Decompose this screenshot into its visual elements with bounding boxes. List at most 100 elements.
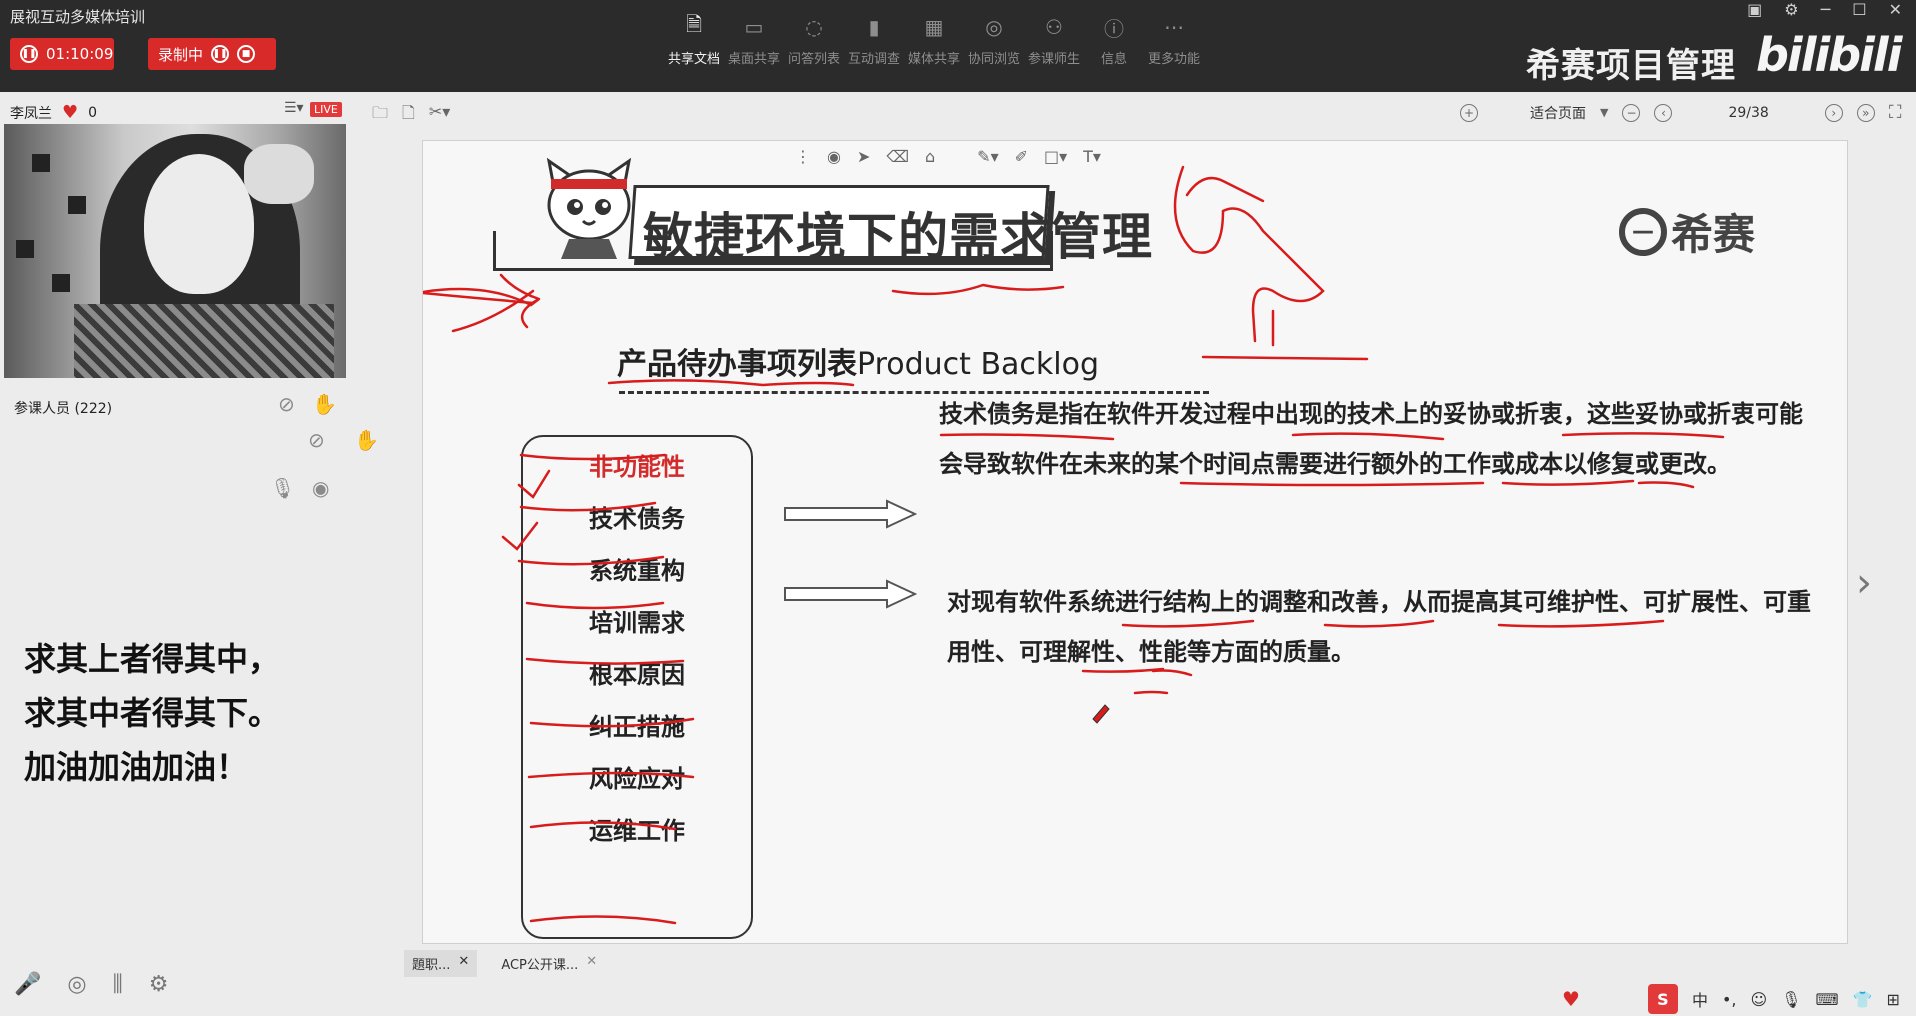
- pointer-icon[interactable]: ➤: [857, 147, 870, 166]
- window-controls: ▣ ⚙ ─ ☐ ✕: [1747, 0, 1902, 19]
- nf-heading: 非功能性: [589, 453, 685, 481]
- zoom-in-icon[interactable]: +: [1460, 103, 1478, 122]
- slide-subtitle: 产品待办事项列表Product Backlog: [617, 339, 1099, 383]
- next-page-small-icon[interactable]: ›: [1824, 103, 1843, 122]
- fullscreen-icon[interactable]: ⛶: [1889, 102, 1902, 123]
- tool-label: 更多功能: [1147, 52, 1200, 67]
- voice-icon[interactable]: 🎙: [1781, 990, 1801, 1009]
- mute-all-icon[interactable]: ⊘: [278, 392, 295, 416]
- nonfunctional-list: 非功能性 技术债务 系统重构 培训需求 根本原因 纠正措施 风险应对 运维工作: [521, 435, 753, 939]
- tool-share-document[interactable]: 🗎 共享文档: [664, 12, 724, 67]
- tech-debt-definition: 技术债务是指在软件开发过程中出现的技术上的妥协或折衷，这些妥协或折衷可能会导致软…: [939, 400, 1803, 478]
- heart-icon[interactable]: ♥: [1562, 987, 1580, 1011]
- tab-item[interactable]: 題职... ✕: [404, 950, 478, 977]
- scissors-icon[interactable]: ✂▾: [429, 102, 450, 129]
- tool-label: 协同浏览: [967, 52, 1020, 67]
- document-icon: 🗎: [685, 12, 703, 36]
- ime-logo-icon[interactable]: S: [1647, 984, 1678, 1014]
- close-icon[interactable]: ✕: [586, 954, 597, 973]
- record-icon[interactable]: ◉: [827, 147, 841, 166]
- tool-label: 问答列表: [787, 52, 840, 67]
- document-toolbar: 🗀 🗋 ✂▾ + 适合页面 ▼ − ‹ 29/38 › » ⛶: [348, 92, 1916, 132]
- pause-icon: ❚❚: [20, 45, 38, 63]
- tool-more[interactable]: ⋯ 更多功能: [1144, 14, 1204, 67]
- arrow-right-icon: [784, 579, 917, 609]
- folder-icon[interactable]: 🗀: [372, 102, 388, 129]
- keyboard-icon[interactable]: ⌨: [1815, 990, 1838, 1009]
- tool-info[interactable]: ⓘ 信息: [1084, 14, 1144, 68]
- page-indicator: 29/38: [1728, 104, 1769, 121]
- xisai-logo: — 希赛: [1619, 201, 1755, 262]
- tab-label: ACP公开课...: [501, 958, 579, 973]
- tool-participants[interactable]: ⚇ 参课师生: [1024, 14, 1084, 67]
- heart-icon[interactable]: ♥: [62, 102, 78, 123]
- minimize-icon[interactable]: ─: [1821, 0, 1831, 19]
- grid-icon[interactable]: ⊞: [1887, 990, 1900, 1009]
- file-icon[interactable]: 🗋: [402, 102, 415, 129]
- zoom-out-icon[interactable]: −: [1622, 103, 1641, 122]
- mixer-icon[interactable]: ⫼: [113, 972, 123, 997]
- chat-icon: ◌: [805, 15, 823, 39]
- rectangle-icon[interactable]: □▾: [1044, 147, 1067, 166]
- mute-hands-icon[interactable]: ⊘: [308, 428, 325, 452]
- stop-recording-icon[interactable]: ■: [237, 45, 256, 63]
- raise-hand-icon[interactable]: ✋: [354, 428, 379, 452]
- prev-page-icon[interactable]: ‹: [1654, 103, 1673, 122]
- recording-pill[interactable]: 录制中 ❚❚ ■: [148, 38, 276, 70]
- fit-mode-select[interactable]: 适合页面: [1530, 103, 1586, 123]
- timer-text: 01:10:09: [46, 45, 114, 63]
- pen-cursor-icon: [1092, 704, 1110, 724]
- text-tool-icon[interactable]: T▾: [1083, 147, 1101, 166]
- close-icon[interactable]: ✕: [458, 954, 469, 973]
- close-icon[interactable]: ✕: [1889, 0, 1902, 19]
- brand-text: 希赛项目管理: [1526, 46, 1736, 86]
- ime-chinese-icon[interactable]: 中: [1692, 987, 1708, 1011]
- pen-icon[interactable]: ✎▾: [977, 147, 998, 166]
- emoji-icon[interactable]: ☺: [1750, 990, 1767, 1009]
- chevron-down-icon[interactable]: ▼: [1600, 106, 1608, 119]
- highlighter-icon[interactable]: ✐: [1015, 147, 1028, 166]
- tool-media-share[interactable]: ▦ 媒体共享: [904, 14, 964, 67]
- webcam-icon[interactable]: ◎: [67, 972, 86, 997]
- hand-icon[interactable]: ✋: [312, 392, 337, 416]
- maximize-icon[interactable]: ☐: [1852, 0, 1866, 19]
- motto-line: 加油加油加油！: [24, 748, 249, 786]
- bottom-left-controls: 🎤 ◎ ⫼ ⚙: [14, 972, 168, 997]
- tool-desktop-share[interactable]: ▭ 桌面共享: [724, 14, 784, 67]
- tool-co-browse[interactable]: ◎ 协同浏览: [964, 14, 1024, 67]
- subtitle-cn: 产品待办事项列表: [617, 347, 857, 382]
- punctuation-icon[interactable]: •,: [1722, 990, 1737, 1009]
- menu-icon[interactable]: ☰▾: [284, 100, 304, 116]
- tool-label: 共享文档: [667, 52, 720, 67]
- zoom-controls: + 适合页面 ▼ − ‹ 29/38 › » ⛶: [1460, 102, 1901, 123]
- eraser-icon[interactable]: ⌫: [886, 147, 909, 166]
- timer-pill[interactable]: ❚❚ 01:10:09: [10, 38, 114, 70]
- next-page-arrow-icon[interactable]: ›: [1856, 560, 1872, 606]
- stamp-icon[interactable]: ⌂: [925, 147, 935, 166]
- motto-line: 求其上者得其中，: [24, 640, 281, 678]
- arrow-right-icon: [784, 499, 917, 529]
- camera-icon[interactable]: ◉: [312, 476, 329, 500]
- desktop-icon: ▭: [744, 15, 764, 39]
- top-bar: 展视互动多媒体培训 ❚❚ 01:10:09 录制中 ❚❚ ■ 🗎 共享文档 ▭ …: [0, 0, 1916, 92]
- mic-icon[interactable]: 🎤: [14, 972, 41, 997]
- slide-canvas: ⋮ ◉ ➤ ⌫ ⌂ ✎▾ ✐ □▾ T▾ 敏捷环境下的需求管理 — 希赛 产品待…: [422, 140, 1848, 944]
- film-icon: ▦: [924, 15, 944, 39]
- pause-recording-icon[interactable]: ❚❚: [211, 45, 230, 63]
- tab-item[interactable]: ACP公开课... ✕: [493, 950, 605, 977]
- last-page-icon[interactable]: »: [1856, 103, 1875, 122]
- settings-gear-icon[interactable]: ⚙: [1784, 0, 1798, 19]
- settings-icon[interactable]: ⚙: [149, 972, 169, 997]
- tool-survey[interactable]: ▮ 互动调查: [844, 14, 904, 67]
- refactor-definition: 对现有软件系统进行结构上的调整和改善，从而提高其可维护性、可扩展性、可重用性、可…: [947, 588, 1811, 666]
- subtitle-en: Product Backlog: [857, 347, 1100, 382]
- survey-chart-icon: ▮: [868, 15, 880, 39]
- tab-label: 題职...: [412, 958, 451, 973]
- presenter-name: 李凤兰: [10, 105, 52, 122]
- nf-item-tech-debt: 技术债务: [589, 505, 685, 533]
- skin-icon[interactable]: ▣: [1747, 0, 1762, 19]
- skin-icon[interactable]: 👕: [1853, 990, 1873, 1009]
- microphone-icon[interactable]: 🎙: [270, 476, 295, 500]
- drag-handle-icon[interactable]: ⋮: [795, 147, 811, 166]
- tool-qa-list[interactable]: ◌ 问答列表: [784, 14, 844, 67]
